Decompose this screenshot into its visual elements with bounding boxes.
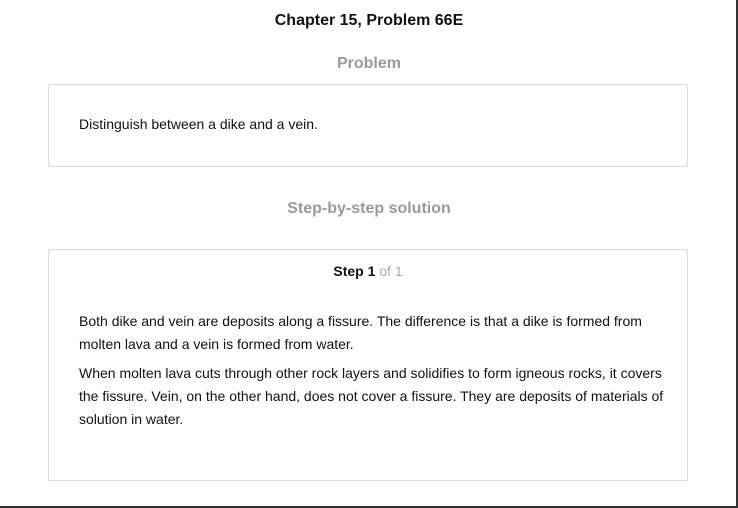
page-title: Chapter 15, Problem 66E <box>274 12 464 29</box>
solution-heading: Step-by-step solution <box>287 200 451 217</box>
problem-heading: Problem <box>336 55 401 72</box>
solution-paragraph: Both dike and vein are deposits along a … <box>79 313 642 352</box>
step-label: Step 1 <box>333 263 376 279</box>
problem-box: Distinguish between a dike and a vein. <box>48 84 688 167</box>
solution-paragraph: When molten lava cuts through other rock… <box>79 365 664 427</box>
solution-box: Step 1 of 1 Both dike and vein are depos… <box>48 249 688 481</box>
step-count: of 1 <box>379 263 403 279</box>
step-indicator: Step 1 of 1 <box>49 263 687 279</box>
problem-text: Distinguish between a dike and a vein. <box>79 116 318 132</box>
